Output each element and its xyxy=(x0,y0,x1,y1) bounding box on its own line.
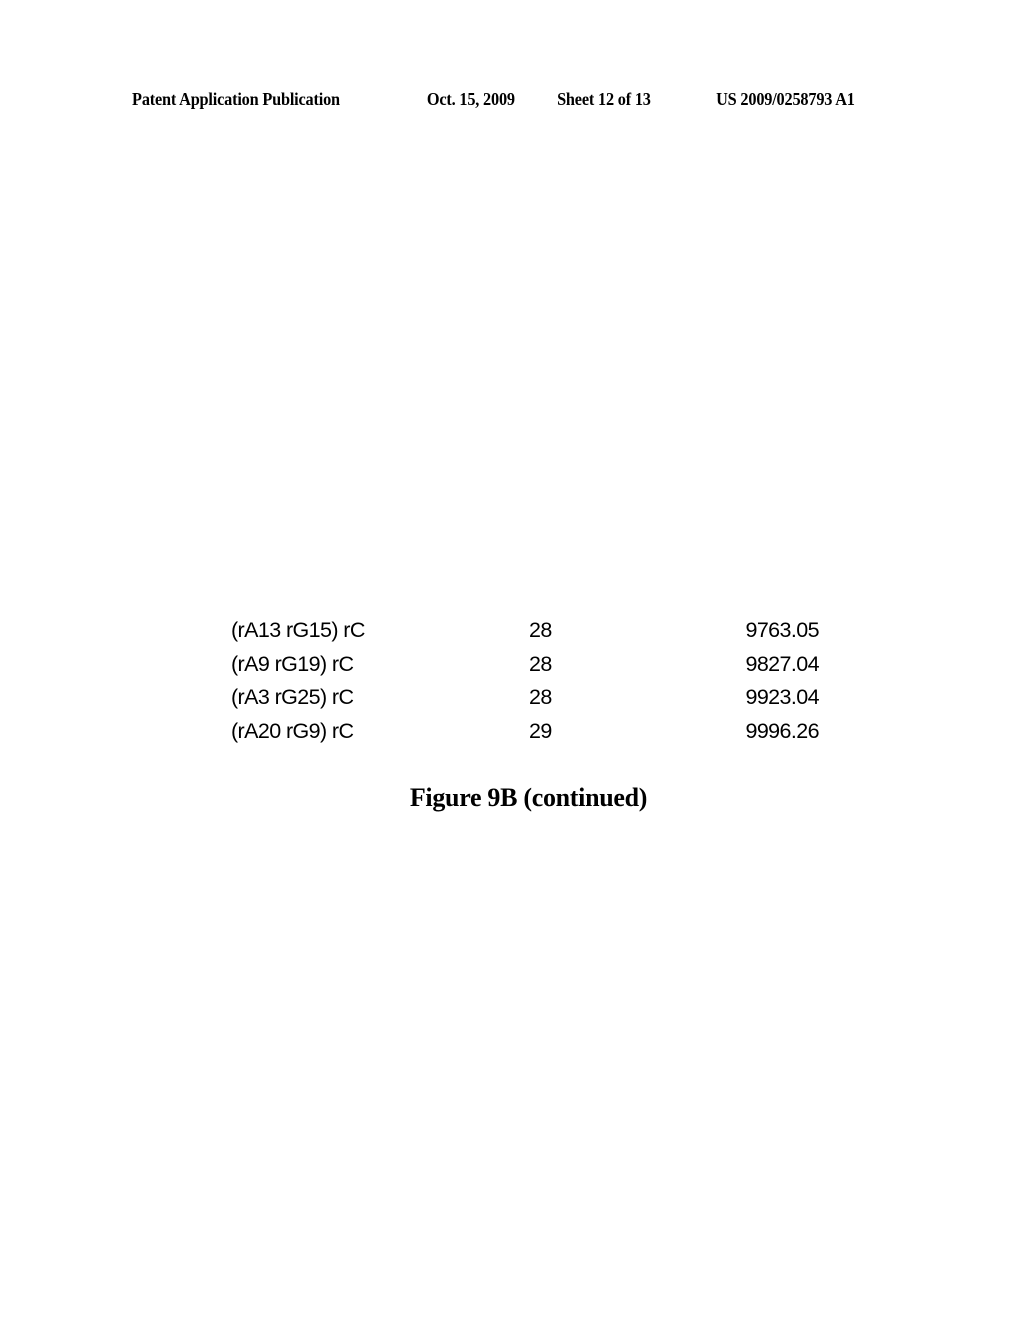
page-header: Patent Application Publication Oct. 15, … xyxy=(0,89,952,113)
sequence-length: 28 xyxy=(529,651,552,676)
sequence-mass: 9996.26 xyxy=(745,718,819,743)
sequence-length: 28 xyxy=(529,618,552,642)
sequence-length: 29 xyxy=(529,718,552,743)
table-row: (rA13 rG15) rC 28 9763.05 xyxy=(0,618,1024,652)
table-row: (rA20 rG9) rC 29 9996.26 xyxy=(0,719,1024,753)
sequence-mass: 9827.04 xyxy=(745,651,819,676)
sequence-name: (rA9 rG19) rC xyxy=(231,651,354,676)
sequence-mass: 9923.04 xyxy=(745,685,819,709)
publication-label: Patent Application Publication xyxy=(132,89,340,109)
sequence-name: (rA13 rG15) rC xyxy=(231,618,365,642)
table-row: (rA3 rG25) rC 28 9923.04 xyxy=(0,685,1024,719)
sequence-length: 28 xyxy=(529,685,552,709)
patent-number: US 2009/0258793 A1 xyxy=(716,89,855,109)
sequence-mass: 9763.05 xyxy=(745,618,819,642)
sheet-number: Sheet 12 of 13 xyxy=(557,89,651,109)
sequence-name: (rA3 rG25) rC xyxy=(231,685,354,709)
figure-caption: Figure 9B (continued) xyxy=(409,783,648,812)
publication-date: Oct. 15, 2009 xyxy=(426,89,515,109)
sequence-table: (rA13 rG15) rC 28 9763.05 (rA9 rG19) rC … xyxy=(0,618,1024,752)
sequence-name: (rA20 rG9) rC xyxy=(231,718,354,743)
table-row: (rA9 rG19) rC 28 9827.04 xyxy=(0,652,1024,686)
